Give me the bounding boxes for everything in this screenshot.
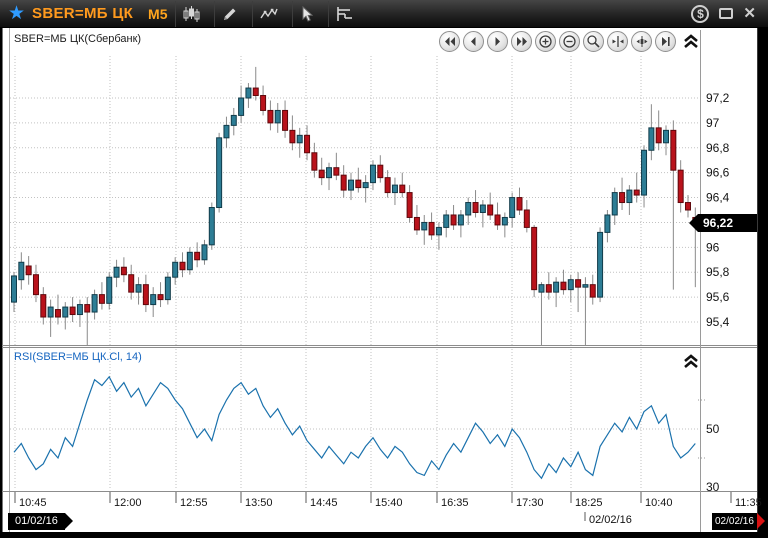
svg-text:50: 50 <box>706 422 720 436</box>
double-left-arrow-icon <box>444 37 455 46</box>
chart-nav-toolbar <box>439 31 676 52</box>
date-label-middle: 02/02/16 <box>589 514 632 526</box>
collapse-main-panel-button[interactable] <box>682 33 700 49</box>
zoom-out-icon <box>563 35 576 48</box>
svg-text:17:30: 17:30 <box>516 497 544 509</box>
zoom-in-button[interactable] <box>535 31 556 52</box>
svg-text:95,8: 95,8 <box>706 265 730 279</box>
svg-text:12:55: 12:55 <box>180 497 208 509</box>
svg-text:10:40: 10:40 <box>645 497 673 509</box>
magnifier-icon <box>587 35 600 48</box>
collapse-rsi-panel-button[interactable] <box>682 353 700 369</box>
svg-text:96,6: 96,6 <box>706 166 730 180</box>
svg-text:18:25: 18:25 <box>575 497 603 509</box>
main-chart-title: SBER=МБ ЦК(Сбербанк) <box>14 33 142 45</box>
magnifier-zoom-button[interactable] <box>583 31 604 52</box>
zoom-out-button[interactable] <box>559 31 580 52</box>
svg-text:95,4: 95,4 <box>706 315 730 329</box>
scroll-fast-left-button[interactable] <box>439 31 460 52</box>
chevron-up-double-icon <box>684 353 698 368</box>
svg-text:13:50: 13:50 <box>245 497 273 509</box>
zoom-in-icon <box>539 35 552 48</box>
bar-width-button[interactable] <box>631 31 652 52</box>
svg-text:97: 97 <box>706 116 720 130</box>
compress-icon <box>612 36 623 47</box>
go-to-end-button[interactable] <box>655 31 676 52</box>
bar-width-icon <box>636 36 647 47</box>
svg-text:12:00: 12:00 <box>114 497 142 509</box>
date-flag-left: 01/02/16 <box>8 513 73 530</box>
svg-text:96,4: 96,4 <box>706 191 730 205</box>
svg-text:15:40: 15:40 <box>375 497 403 509</box>
go-to-end-icon <box>662 37 670 46</box>
date-flag-right: 02/02/16 <box>712 513 765 530</box>
right-arrow-icon <box>495 37 500 46</box>
current-price-tag: 96,22 <box>689 214 757 232</box>
chevron-up-double-icon <box>684 33 698 48</box>
svg-text:97,2: 97,2 <box>706 91 730 105</box>
scroll-left-button[interactable] <box>463 31 484 52</box>
scroll-right-button[interactable] <box>487 31 508 52</box>
svg-text:11:35: 11:35 <box>735 497 762 509</box>
left-arrow-icon <box>471 37 476 46</box>
chart-canvas[interactable]: 97,29796,896,696,49695,895,695,4503010:4… <box>0 0 768 538</box>
double-right-arrow-icon <box>516 37 527 46</box>
svg-text:16:35: 16:35 <box>441 497 469 509</box>
svg-text:95,6: 95,6 <box>706 290 730 304</box>
rsi-panel-title: RSI(SBER=МБ ЦК.Cl, 14) <box>14 351 142 363</box>
compress-scale-button[interactable] <box>607 31 628 52</box>
scroll-fast-right-button[interactable] <box>511 31 532 52</box>
svg-text:10:45: 10:45 <box>19 497 47 509</box>
svg-text:14:45: 14:45 <box>310 497 338 509</box>
svg-text:96: 96 <box>706 240 720 254</box>
trading-app-window: ★ SBER=МБ ЦК M5 $ ✕ 97,2 97 96,8 96,6 96… <box>0 0 768 538</box>
svg-text:96,8: 96,8 <box>706 141 730 155</box>
